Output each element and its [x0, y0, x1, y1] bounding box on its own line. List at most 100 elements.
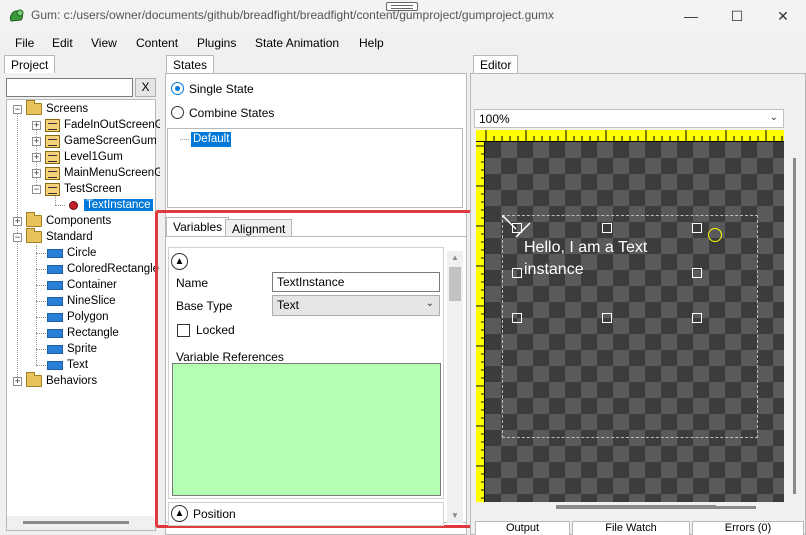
- expand-icon[interactable]: +: [32, 121, 41, 130]
- screen-icon: [45, 134, 60, 148]
- tab-variables[interactable]: Variables: [166, 217, 230, 237]
- minimize-button[interactable]: —: [668, 0, 714, 32]
- ruler-top: [476, 130, 784, 142]
- menu-content[interactable]: Content: [136, 36, 178, 50]
- scroll-up-icon[interactable]: ▲: [451, 253, 459, 262]
- combine-states-label: Combine States: [189, 106, 275, 120]
- locked-checkbox[interactable]: [177, 324, 190, 337]
- collapse-up-icon[interactable]: ▲: [171, 253, 188, 270]
- menu-edit[interactable]: Edit: [52, 36, 73, 50]
- tab-alignment[interactable]: Alignment: [225, 219, 293, 237]
- screen-icon: [45, 166, 60, 180]
- name-label: Name: [176, 276, 209, 290]
- text-instance-preview[interactable]: Hello, I am a Text instance: [524, 237, 674, 281]
- variables-scrollbar[interactable]: ▲ ▼: [447, 251, 463, 523]
- gum-app-icon: [8, 7, 26, 25]
- expand-icon[interactable]: +: [32, 153, 41, 162]
- tree-item-standard-element[interactable]: NineSlice: [47, 293, 116, 309]
- folder-icon: [26, 228, 42, 243]
- scrollbar-thumb[interactable]: [449, 267, 461, 301]
- resize-handle[interactable]: [512, 313, 522, 323]
- variable-references-label: Variable References: [176, 350, 284, 364]
- screen-icon: [45, 150, 60, 164]
- clear-search-button[interactable]: X: [135, 78, 156, 97]
- origin-marker-icon: [502, 215, 531, 238]
- standard-element-icon: [47, 264, 63, 274]
- expand-icon[interactable]: +: [13, 217, 22, 226]
- drag-grip-icon[interactable]: [386, 2, 418, 11]
- tree-item-standard-element[interactable]: Circle: [47, 245, 96, 261]
- tree-item-standard-element[interactable]: ColoredRectangle: [47, 261, 159, 277]
- collapse-icon[interactable]: −: [13, 233, 22, 242]
- chevron-down-icon: ⌄: [769, 112, 778, 123]
- editor-vscrollbar[interactable]: [786, 130, 804, 516]
- state-default[interactable]: Default: [191, 132, 232, 147]
- tree-item-standard-element[interactable]: Polygon: [47, 309, 109, 325]
- collapse-icon[interactable]: −: [32, 185, 41, 194]
- standard-element-icon: [47, 280, 63, 290]
- tab-states[interactable]: States: [166, 55, 215, 74]
- combine-states-radio[interactable]: [171, 106, 184, 119]
- project-search-input[interactable]: [6, 78, 133, 97]
- tree-item-standard-element[interactable]: Text: [47, 357, 88, 373]
- scrollbar-thumb[interactable]: [793, 158, 796, 494]
- resize-handle[interactable]: [602, 313, 612, 323]
- menu-plugins[interactable]: Plugins: [197, 36, 236, 50]
- position-label: Position: [193, 507, 236, 521]
- resize-handle[interactable]: [692, 313, 702, 323]
- single-state-radio[interactable]: [171, 82, 184, 95]
- name-field[interactable]: TextInstance: [272, 272, 440, 292]
- resize-handle[interactable]: [692, 268, 702, 278]
- folder-icon: [26, 372, 42, 387]
- standard-element-icon: [47, 312, 63, 322]
- tree-item-screens[interactable]: Screens: [26, 100, 88, 117]
- standard-element-icon: [47, 296, 63, 306]
- menu-state-animation[interactable]: State Animation: [255, 36, 339, 50]
- menu-file[interactable]: File: [15, 36, 34, 50]
- tab-output[interactable]: Output: [475, 521, 570, 535]
- editor-canvas[interactable]: Hello, I am a Text instance: [485, 142, 784, 516]
- variable-references-field[interactable]: [172, 363, 441, 496]
- tab-file-watch[interactable]: File Watch: [572, 521, 690, 535]
- tree-item-screen[interactable]: Level1Gum: [45, 149, 123, 165]
- scroll-down-icon[interactable]: ▼: [451, 511, 459, 520]
- screen-icon: [45, 182, 60, 196]
- tree-item-standard-element[interactable]: Rectangle: [47, 325, 119, 341]
- maximize-button[interactable]: ☐: [714, 0, 760, 32]
- collapse-up-icon[interactable]: ▲: [171, 505, 188, 522]
- resize-handle[interactable]: [512, 268, 522, 278]
- tree-item-standard-element[interactable]: Container: [47, 277, 117, 293]
- folder-icon: [26, 100, 42, 115]
- base-type-select[interactable]: Text ⌄: [272, 295, 440, 316]
- resize-handle[interactable]: [602, 223, 612, 233]
- tree-item-screen[interactable]: GameScreenGum: [45, 133, 157, 149]
- tab-errors[interactable]: Errors (0): [692, 521, 804, 535]
- resize-handle[interactable]: [692, 223, 702, 233]
- tree-item-textinstance[interactable]: TextInstance: [69, 197, 153, 213]
- tree-item-testscreen[interactable]: TestScreen: [45, 181, 122, 197]
- menu-view[interactable]: View: [91, 36, 117, 50]
- tree-item-screen[interactable]: MainMenuScreenG: [45, 165, 163, 181]
- standard-element-icon: [47, 328, 63, 338]
- tree-item-standard[interactable]: Standard: [26, 228, 93, 245]
- resize-handle[interactable]: [512, 223, 522, 233]
- menu-help[interactable]: Help: [359, 36, 384, 50]
- tree-item-standard-element[interactable]: Sprite: [47, 341, 97, 357]
- expand-icon[interactable]: +: [13, 377, 22, 386]
- screens-expander-icon[interactable]: −: [13, 105, 22, 114]
- single-state-label: Single State: [189, 82, 254, 96]
- chevron-down-icon: ⌄: [425, 298, 434, 309]
- tree-item-components[interactable]: Components: [26, 212, 111, 229]
- tab-project[interactable]: Project: [4, 55, 56, 74]
- expand-icon[interactable]: +: [32, 169, 41, 178]
- tab-editor[interactable]: Editor: [473, 55, 519, 74]
- close-button[interactable]: ✕: [760, 0, 806, 32]
- project-tree-hscrollbar[interactable]: [7, 516, 155, 530]
- zoom-select[interactable]: 100% ⌄: [474, 109, 784, 128]
- tree-item-behaviors[interactable]: Behaviors: [26, 372, 97, 389]
- scrollbar-thumb[interactable]: [23, 521, 129, 524]
- editor-hscroll-track: [556, 505, 716, 507]
- tree-item-screen[interactable]: FadeInOutScreenG: [45, 117, 164, 133]
- rotation-handle-icon[interactable]: [708, 228, 722, 242]
- expand-icon[interactable]: +: [32, 137, 41, 146]
